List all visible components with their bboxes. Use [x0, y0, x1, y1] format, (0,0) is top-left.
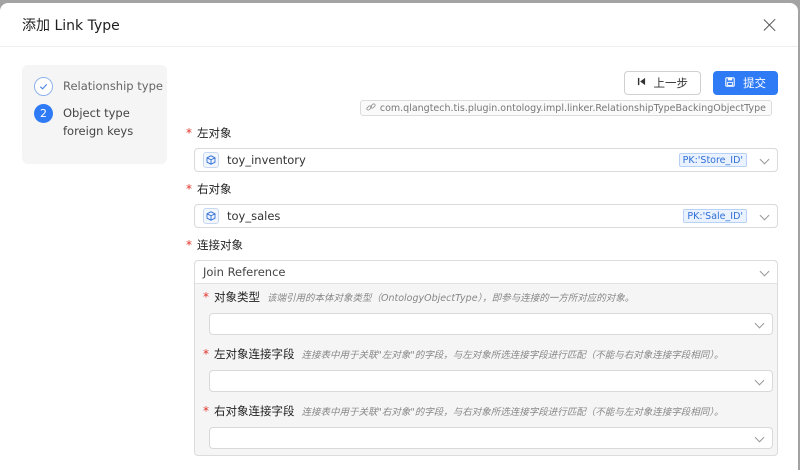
- required-mark: *: [186, 182, 192, 196]
- steps-panel: Relationship type 2 Object type foreign …: [22, 65, 167, 164]
- right-object-label: * 右对象: [186, 180, 784, 198]
- step-label: Object type foreign keys: [63, 104, 133, 140]
- right-join-field-label: * 右对象连接字段 连接表中用于关联"右对象"的字段，与右对象所选连接字段进行匹…: [203, 402, 773, 420]
- right-join-field-hint: 连接表中用于关联"右对象"的字段，与右对象所选连接字段进行匹配（不能与左对象连接…: [301, 407, 724, 418]
- object-cube-icon: [203, 152, 219, 168]
- right-join-field: * 右对象连接字段 连接表中用于关联"右对象"的字段，与右对象所选连接字段进行匹…: [195, 392, 777, 455]
- left-join-field-label-text: 左对象连接字段: [214, 347, 295, 361]
- required-mark: *: [203, 347, 209, 361]
- required-mark: *: [203, 290, 209, 304]
- prev-step-label: 上一步: [653, 76, 689, 90]
- object-type-label-text: 对象类型: [214, 290, 260, 304]
- right-join-field-label-text: 右对象连接字段: [214, 404, 295, 418]
- step-label: Relationship type: [63, 79, 163, 93]
- step-label-line1: Object type: [63, 106, 130, 120]
- left-object-label-text: 左对象: [197, 126, 232, 140]
- required-mark: *: [186, 126, 192, 140]
- submit-button[interactable]: 提交: [713, 71, 778, 95]
- right-object-field: * 右对象 toy_sales PK:'Sale_ID': [186, 180, 784, 228]
- toolbar: 上一步 提交: [186, 69, 784, 97]
- join-object-field: * 连接对象 Join Reference * 对象类型 该端引用的本体对象类型…: [186, 236, 784, 456]
- right-object-pk-tag: PK:'Sale_ID': [683, 209, 747, 223]
- chevron-down-icon: [759, 210, 770, 221]
- left-object-pk-tag: PK:'Store_ID': [678, 153, 747, 167]
- chevron-down-icon: [754, 432, 765, 443]
- object-type-label: * 对象类型 该端引用的本体对象类型（OntologyObjectType），即…: [203, 288, 773, 306]
- right-object-select[interactable]: toy_sales PK:'Sale_ID': [194, 204, 778, 228]
- chevron-down-icon: [759, 266, 770, 277]
- object-type-hint: 该端引用的本体对象类型（OntologyObjectType），即参与连接的一方…: [267, 293, 635, 304]
- step-backward-icon: [637, 77, 646, 89]
- join-type-select[interactable]: Join Reference: [195, 261, 777, 284]
- plugin-classpath-tag[interactable]: com.qlangtech.tis.plugin.ontology.impl.l…: [359, 100, 772, 116]
- submit-label: 提交: [743, 76, 766, 90]
- join-reference-panel: Join Reference * 对象类型 该端引用的本体对象类型（Ontolo…: [194, 260, 778, 456]
- join-object-label: * 连接对象: [186, 236, 784, 254]
- modal-header: 添加 Link Type: [0, 3, 798, 47]
- save-icon: [725, 76, 735, 90]
- left-join-field-hint: 连接表中用于关联"左对象"的字段，与左对象所选连接字段进行匹配（不能与右对象连接…: [301, 350, 724, 361]
- right-object-value: toy_sales: [227, 209, 281, 223]
- link-icon: [366, 102, 376, 115]
- add-link-type-modal: 添加 Link Type Relationship type 2 Object …: [0, 3, 798, 470]
- modal-title: 添加 Link Type: [22, 17, 120, 34]
- prev-step-button[interactable]: 上一步: [623, 71, 701, 95]
- left-object-select[interactable]: toy_inventory PK:'Store_ID': [194, 148, 778, 172]
- classpath-text: com.qlangtech.tis.plugin.ontology.impl.l…: [379, 102, 766, 114]
- left-join-field-select[interactable]: [209, 370, 773, 392]
- chevron-down-icon: [754, 318, 765, 329]
- object-type-select[interactable]: [209, 313, 773, 335]
- step-object-type-foreign-keys[interactable]: 2 Object type foreign keys: [34, 104, 167, 140]
- join-type-value: Join Reference: [203, 265, 286, 279]
- step-relationship-type[interactable]: Relationship type: [34, 77, 167, 96]
- form-content: 上一步 提交 com.qlangtech.tis.plugin.ontology…: [186, 65, 784, 456]
- object-cube-icon: [203, 208, 219, 224]
- left-object-label: * 左对象: [186, 124, 784, 142]
- left-join-field: * 左对象连接字段 连接表中用于关联"左对象"的字段，与左对象所选连接字段进行匹…: [195, 335, 777, 392]
- close-icon[interactable]: [762, 17, 778, 33]
- chevron-down-icon: [759, 154, 770, 165]
- step-label-line2: foreign keys: [63, 124, 134, 138]
- required-mark: *: [203, 404, 209, 418]
- join-object-label-text: 连接对象: [197, 238, 243, 252]
- check-icon: [34, 77, 53, 96]
- chevron-down-icon: [754, 375, 765, 386]
- step-number: 2: [34, 104, 53, 123]
- left-object-field: * 左对象 toy_inventory PK:'Store_ID': [186, 124, 784, 172]
- required-mark: *: [186, 238, 192, 252]
- left-object-value: toy_inventory: [227, 153, 306, 167]
- right-join-field-select[interactable]: [209, 427, 773, 449]
- right-object-label-text: 右对象: [197, 182, 232, 196]
- object-type-field: * 对象类型 该端引用的本体对象类型（OntologyObjectType），即…: [195, 284, 777, 335]
- left-join-field-label: * 左对象连接字段 连接表中用于关联"左对象"的字段，与左对象所选连接字段进行匹…: [203, 345, 773, 363]
